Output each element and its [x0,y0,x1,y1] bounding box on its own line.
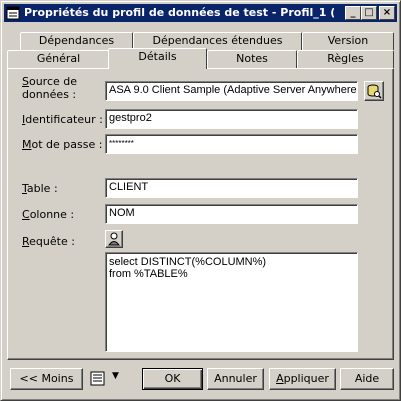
minimize-button[interactable]: _ [345,6,361,20]
query-line-1: select DISTINCT(%COLUMN%) [109,256,267,268]
source-field[interactable]: ASA 9.0 Client Sample (Adaptive Server A… [105,81,358,101]
tab-general[interactable]: Général [7,50,110,68]
identifiant-label: Identificateur : [22,113,103,126]
password-field[interactable]: ******** [105,134,358,154]
properties-window-icon [6,6,20,20]
details-panel: Source de données : ASA 9.0 Client Sampl… [7,68,394,360]
window-title: Propriétés du profil de données de test … [24,6,334,19]
tab-details[interactable]: Détails [108,48,207,69]
table-field[interactable]: CLIENT [105,178,358,198]
colonne-field[interactable]: NOM [105,204,358,224]
properties-menu-button[interactable]: ▼ [88,369,124,389]
ok-button[interactable]: OK [142,368,203,390]
password-label: Mot de passe : [22,138,103,151]
annuler-button[interactable]: Annuler [207,368,264,390]
query-line-2: from %TABLE% [109,268,188,280]
requete-label: Requête : [22,235,75,248]
title-bar[interactable]: Propriétés du profil de données de test … [4,4,397,22]
properties-dialog: Propriétés du profil de données de test … [0,0,401,401]
database-browse-icon [367,84,382,99]
close-button[interactable]: × [379,6,395,20]
table-label: Table : [22,182,58,195]
colonne-label: Colonne : [22,208,75,221]
query-edit-button[interactable] [105,230,123,248]
database-browse-button[interactable] [364,81,384,101]
aide-button[interactable]: Aide [340,368,394,390]
tab-version[interactable]: Version [302,32,394,50]
tab-regles[interactable]: Règles [297,50,394,68]
appliquer-button[interactable]: Appliquer [269,368,336,390]
query-edit-icon [108,232,120,246]
identifiant-field[interactable]: gestpro2 [105,109,358,129]
query-textarea[interactable]: select DISTINCT(%COLUMN%) from %TABLE% [105,252,358,352]
chevron-down-icon: ▼ [112,371,119,381]
maximize-button[interactable]: □ [361,6,377,20]
moins-button[interactable]: << Moins [10,368,83,390]
tab-notes[interactable]: Notes [207,50,297,68]
source-label: Source de données : [22,75,78,101]
properties-menu-icon [90,371,105,386]
